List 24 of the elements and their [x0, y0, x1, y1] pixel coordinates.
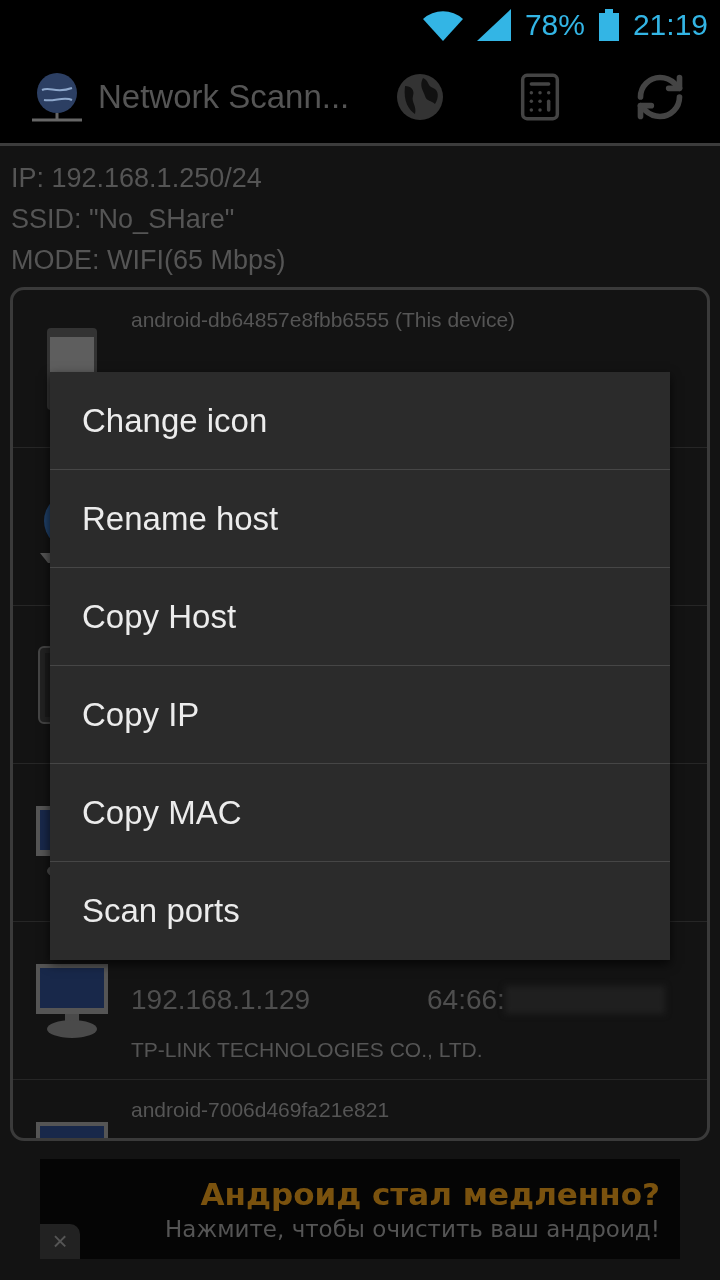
host-vendor: TP-LINK TECHNOLOGIES CO., LTD.: [131, 1038, 484, 1062]
battery-percent: 78%: [524, 8, 585, 42]
ad-title: Андроид стал медленно?: [200, 1176, 660, 1212]
menu-item[interactable]: Change icon: [50, 372, 670, 470]
wifi-icon: [422, 9, 463, 41]
clock: 21:19: [632, 8, 708, 42]
ad-subtitle: Нажмите, чтобы очистить ваш андроид!: [165, 1216, 660, 1242]
host-name: android-db64857e8fbb6555 (This device): [131, 308, 516, 332]
menu-item[interactable]: Rename host: [50, 470, 670, 568]
signal-icon: [476, 9, 511, 41]
network-info: IP: 192.168.1.250/24: [11, 162, 263, 195]
menu-item[interactable]: Copy MAC: [50, 764, 670, 862]
network-info: SSID: "No_SHare": [11, 203, 236, 236]
host-ip: 192.168.1.129: [131, 984, 312, 1016]
menu-item[interactable]: Copy IP: [50, 666, 670, 764]
network-info: MODE: WIFI(65 Mbps): [11, 244, 287, 277]
host-name: android-7006d469fa21e821: [131, 1098, 390, 1122]
earth-icon: [395, 71, 445, 122]
battery-icon: [598, 9, 619, 41]
monitor-icon: [35, 962, 109, 1039]
menu-item[interactable]: Copy Host: [50, 568, 670, 666]
host-mac: 64:66:: [427, 984, 505, 1016]
app-title: Network Scann...: [98, 77, 351, 116]
menu-item[interactable]: Scan ports: [50, 862, 670, 960]
